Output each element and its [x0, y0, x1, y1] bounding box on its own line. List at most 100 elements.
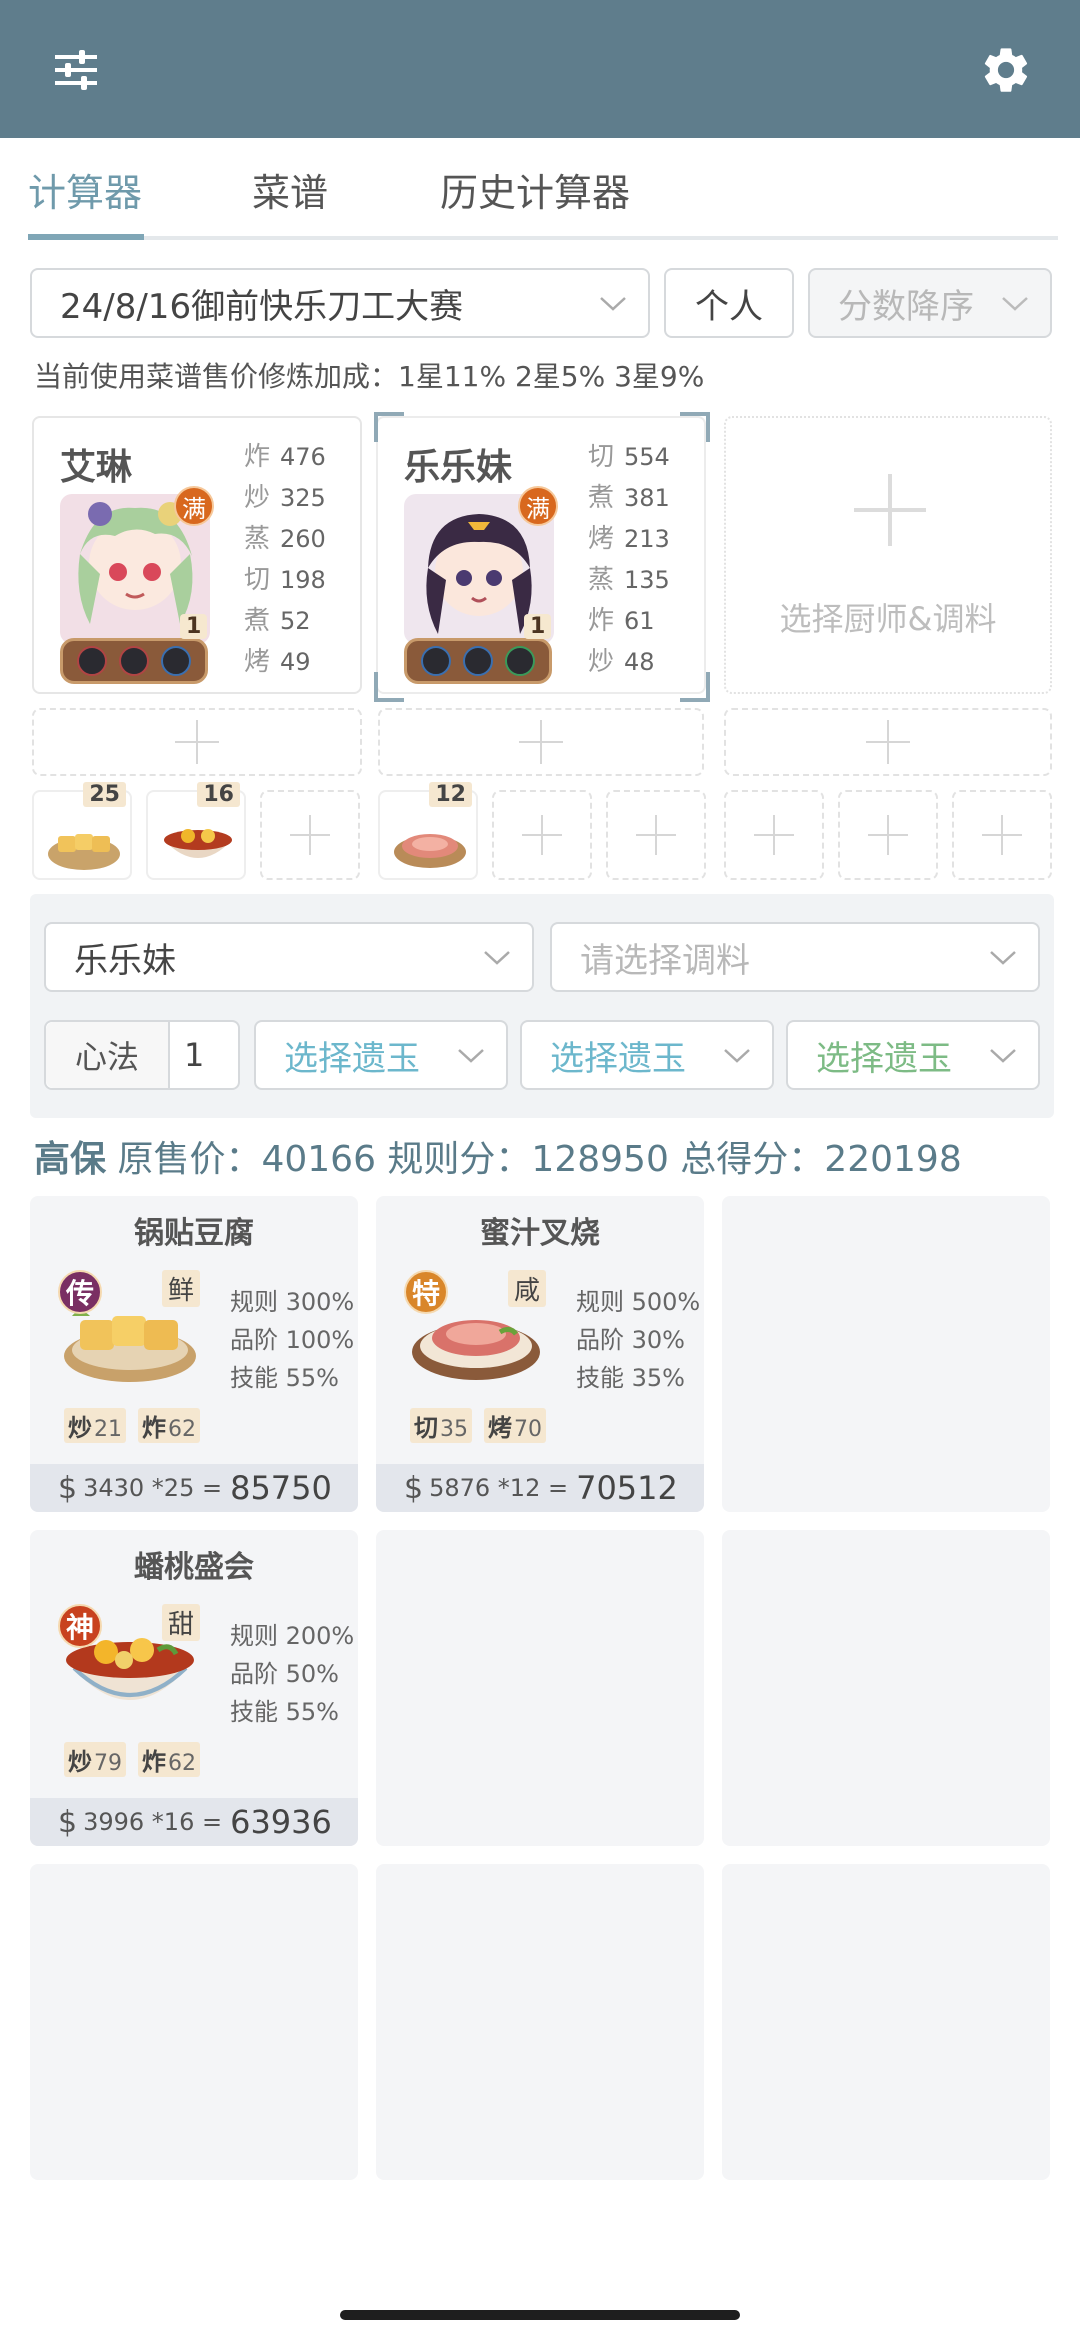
xinfa-stepper[interactable]: 心法 1 — [44, 1020, 240, 1090]
chef-name: 乐乐妹 — [404, 447, 513, 488]
chef-card-ailin[interactable]: 艾琳 满 1 炸 476 炒 325 蒸 260 切 198 煮 52 烤 49 — [32, 416, 362, 694]
add-chef-label: 选择厨师&调料 — [779, 600, 997, 638]
xinfa-label: 心法 — [46, 1022, 170, 1088]
price-total: 63936 — [230, 1803, 332, 1841]
dish-skill-requirements: 炒79 炸62 — [64, 1742, 200, 1777]
tab-bar: 计算器 菜谱 历史计算器 — [0, 138, 1080, 244]
home-indicator[interactable] — [340, 2310, 740, 2320]
dish-multipliers: 规则 300% 品阶 100% 技能 55% — [230, 1288, 355, 1392]
plus-icon — [522, 815, 562, 855]
chevron-down-icon — [990, 1049, 1016, 1063]
plus-icon — [866, 720, 910, 764]
chef-level: 1 — [524, 614, 552, 639]
seasoning-select[interactable]: 请选择调料 — [550, 922, 1040, 992]
plus-icon — [982, 815, 1022, 855]
chevron-down-icon — [458, 1049, 484, 1063]
chef-name: 艾琳 — [60, 447, 133, 488]
dish-skill-requirements: 切35 烤70 — [410, 1408, 546, 1443]
active-tab-indicator — [28, 234, 144, 240]
price-symbol: $ — [58, 1470, 78, 1506]
add-equipment-slot[interactable] — [32, 708, 362, 776]
settings-button[interactable] — [966, 30, 1046, 110]
rarity-badge: 特 — [404, 1270, 448, 1314]
chef-detail-panel: 乐乐妹 请选择调料 心法 1 选择遗玉 选择遗玉 选择遗玉 — [30, 894, 1054, 1118]
gem-slot — [421, 646, 451, 676]
add-recipe-slot[interactable] — [606, 790, 706, 880]
relic-select-2-label: 选择遗玉 — [550, 1038, 686, 1079]
chef-skill-stats: 切 554 煮 381 烤 213 蒸 135 炸 61 炒 48 — [588, 442, 670, 677]
dish-card-empty — [722, 1196, 1050, 1512]
relic-select-1-label: 选择遗玉 — [284, 1038, 420, 1079]
full-level-badge: 满 — [518, 486, 558, 526]
sort-select-value: 分数降序 — [838, 286, 974, 327]
recipe-slot-pantao-shenghui[interactable]: 16 — [146, 782, 246, 880]
sort-select[interactable]: 分数降序 — [808, 268, 1052, 338]
chef-select-value: 乐乐妹 — [74, 940, 176, 981]
chef-select[interactable]: 乐乐妹 — [44, 922, 534, 992]
tab-calculator[interactable]: 计算器 — [28, 162, 142, 217]
score-summary: 高保 原售价：40166 规则分：128950 总得分：220198 — [34, 1130, 962, 1182]
chevron-down-icon — [600, 297, 626, 311]
dish-thumbnail — [394, 834, 466, 868]
price-total: 70512 — [576, 1469, 678, 1507]
gem-slot — [161, 646, 191, 676]
add-recipe-slot[interactable] — [838, 790, 938, 880]
chef-gem-slots — [60, 638, 208, 684]
add-recipe-slot[interactable] — [492, 790, 592, 880]
chef-card-lelemei[interactable]: 乐乐妹 满 1 切 554 煮 381 烤 213 蒸 135 炸 61 炒 48 — [374, 412, 710, 702]
gem-slot — [119, 646, 149, 676]
dish-card-empty — [376, 1864, 704, 2180]
full-level-badge: 满 — [174, 486, 214, 526]
relic-select-3[interactable]: 选择遗玉 — [786, 1020, 1040, 1090]
dish-card-empty — [722, 1864, 1050, 2180]
dish-card[interactable]: 蜜汁叉烧 特 咸 规则 500% 品阶 30% 技能 35% 切35 烤70 $… — [376, 1196, 704, 1512]
dish-card[interactable]: 蟠桃盛会 神 甜 规则 200% 品阶 50% 技能 55% 炒79 炸62 $… — [30, 1530, 358, 1846]
dish-price-row: $ 3430 *25 = 85750 — [30, 1464, 358, 1512]
dish-thumbnail — [48, 834, 120, 870]
relic-select-1[interactable]: 选择遗玉 — [254, 1020, 508, 1090]
plus-icon — [854, 474, 926, 546]
plus-icon — [754, 815, 794, 855]
add-recipe-slot[interactable] — [952, 790, 1052, 880]
recipe-slot-mizhi-chashao[interactable]: 12 — [378, 782, 478, 880]
plus-icon — [175, 720, 219, 764]
seasoning-select-placeholder: 请选择调料 — [580, 940, 750, 981]
tab-history-calculator[interactable]: 历史计算器 — [440, 162, 630, 217]
filter-settings-button[interactable] — [36, 30, 116, 110]
recipe-quantity: 25 — [83, 782, 126, 807]
add-equipment-slot[interactable] — [378, 708, 704, 776]
gem-slot — [505, 646, 535, 676]
xinfa-value[interactable]: 1 — [170, 1022, 204, 1088]
rarity-badge: 传 — [58, 1270, 102, 1314]
contest-select[interactable]: 24/8/16御前快乐刀工大赛 — [30, 268, 650, 338]
dish-multipliers: 规则 200% 品阶 50% 技能 55% — [230, 1622, 355, 1726]
gem-slot — [463, 646, 493, 676]
chef-gem-slots — [404, 638, 552, 684]
dish-name: 锅贴豆腐 — [134, 1216, 254, 1251]
dish-card[interactable]: 锅贴豆腐 传 鲜 规则 300% 品阶 100% 技能 55% 炒21 炸62 … — [30, 1196, 358, 1512]
guarantee-tag: 高保 — [34, 1139, 107, 1180]
recipe-quantity: 12 — [429, 782, 472, 807]
tab-divider — [28, 236, 1058, 240]
add-recipe-slot[interactable] — [260, 790, 360, 880]
add-chef-slot[interactable]: 选择厨师&调料 — [724, 416, 1052, 694]
price-bonus-note: 当前使用菜谱售价修炼加成：1星11% 2星5% 3星9% — [34, 360, 705, 393]
dish-name: 蜜汁叉烧 — [480, 1216, 600, 1251]
gem-slot — [77, 646, 107, 676]
tab-recipes[interactable]: 菜谱 — [252, 162, 328, 217]
sliders-icon — [55, 50, 97, 90]
dish-skill-requirements: 炒21 炸62 — [64, 1408, 200, 1443]
dish-card-empty — [30, 1864, 358, 2180]
flavor-tag: 咸 — [508, 1270, 547, 1307]
dish-card-empty — [376, 1530, 704, 1846]
recipe-slot-guotie-doufu[interactable]: 25 — [32, 782, 132, 880]
add-recipe-slot[interactable] — [724, 790, 824, 880]
chef-level: 1 — [180, 614, 208, 639]
relic-select-2[interactable]: 选择遗玉 — [520, 1020, 774, 1090]
add-equipment-slot[interactable] — [724, 708, 1052, 776]
dish-multipliers: 规则 500% 品阶 30% 技能 35% — [576, 1288, 701, 1392]
flavor-tag: 鲜 — [162, 1270, 201, 1307]
mode-select[interactable]: 个人 — [664, 268, 794, 338]
dish-price-row: $ 5876 *12 = 70512 — [376, 1464, 704, 1512]
contest-select-value: 24/8/16御前快乐刀工大赛 — [60, 286, 464, 327]
